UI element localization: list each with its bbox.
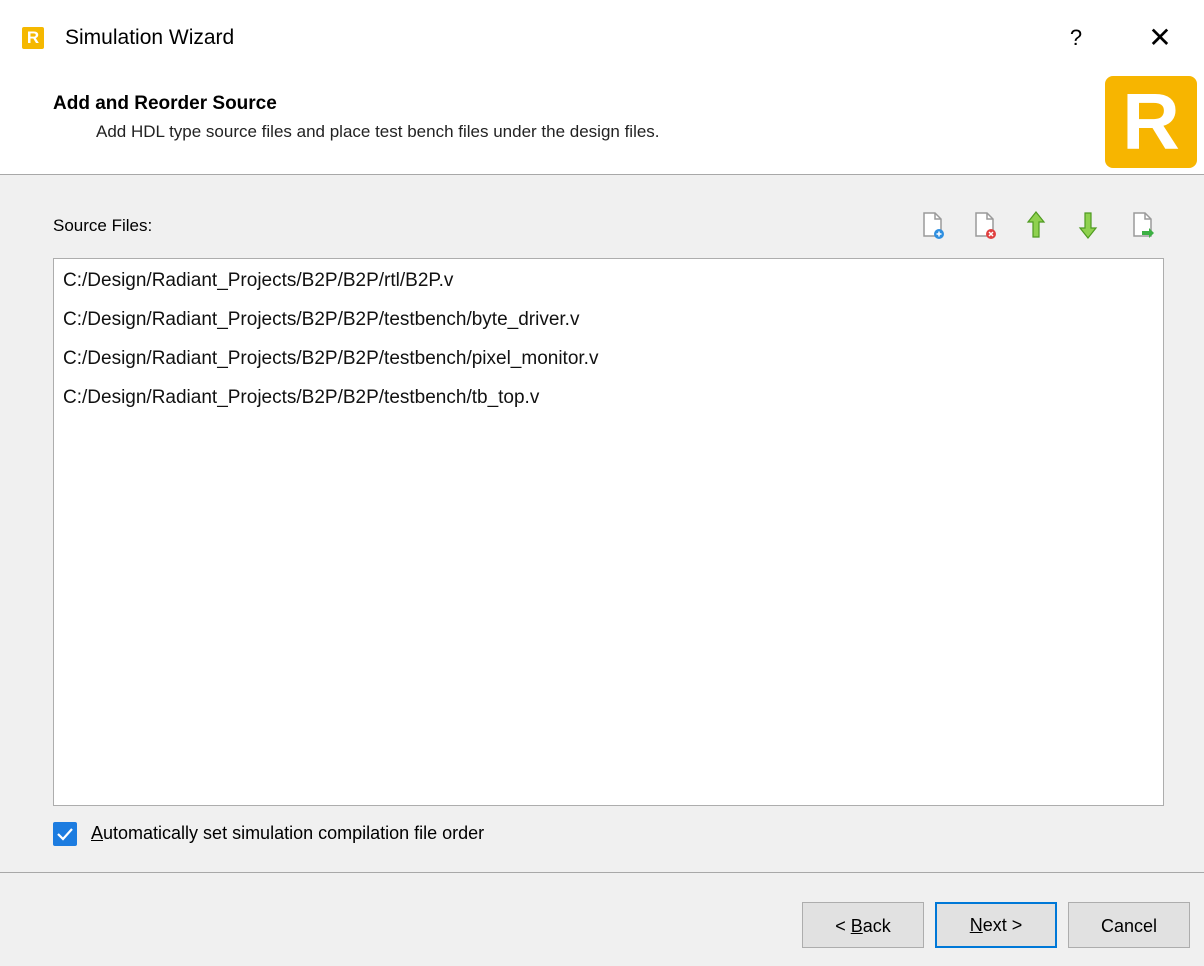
remove-file-icon bbox=[975, 212, 996, 239]
move-up-button[interactable] bbox=[1016, 205, 1056, 245]
help-button[interactable]: ? bbox=[1058, 20, 1094, 56]
auto-order-checkbox[interactable] bbox=[53, 822, 77, 846]
add-file-icon bbox=[923, 212, 944, 239]
list-item[interactable]: C:/Design/Radiant_Projects/B2P/B2P/testb… bbox=[54, 378, 1163, 417]
simulation-wizard-dialog: R Simulation Wizard ? ✕ Add and Reorder … bbox=[0, 0, 1204, 966]
import-file-button[interactable] bbox=[1122, 205, 1162, 245]
move-down-icon bbox=[1078, 212, 1098, 239]
page-subtitle: Add HDL type source files and place test… bbox=[96, 122, 660, 141]
remove-file-button[interactable] bbox=[964, 205, 1004, 245]
cancel-button[interactable]: Cancel bbox=[1068, 902, 1190, 948]
page-title: Add and Reorder Source bbox=[53, 93, 277, 114]
add-file-button[interactable] bbox=[912, 205, 952, 245]
back-button[interactable]: < Back bbox=[802, 902, 924, 948]
radiant-logo-icon: R bbox=[1105, 76, 1197, 168]
move-down-button[interactable] bbox=[1068, 205, 1108, 245]
auto-order-label[interactable]: Automatically set simulation compilation… bbox=[91, 823, 484, 844]
next-button[interactable]: Next > bbox=[935, 902, 1057, 948]
source-files-label: Source Files: bbox=[53, 216, 153, 235]
checkmark-icon bbox=[57, 828, 73, 841]
wizard-header: Add and Reorder Source Add HDL type sour… bbox=[0, 68, 1204, 175]
source-file-list[interactable]: C:/Design/Radiant_Projects/B2P/B2P/rtl/B… bbox=[53, 258, 1164, 806]
title-bar: R Simulation Wizard ? ✕ bbox=[0, 0, 1204, 68]
footer-divider bbox=[0, 872, 1204, 873]
app-icon: R bbox=[22, 27, 44, 49]
move-up-icon bbox=[1026, 211, 1046, 238]
close-button[interactable]: ✕ bbox=[1140, 18, 1180, 58]
list-item[interactable]: C:/Design/Radiant_Projects/B2P/B2P/testb… bbox=[54, 300, 1163, 339]
list-item[interactable]: C:/Design/Radiant_Projects/B2P/B2P/rtl/B… bbox=[54, 261, 1163, 300]
import-file-icon bbox=[1133, 212, 1154, 238]
source-files-toolbar bbox=[912, 205, 1172, 245]
window-title: Simulation Wizard bbox=[65, 26, 235, 49]
list-item[interactable]: C:/Design/Radiant_Projects/B2P/B2P/testb… bbox=[54, 339, 1163, 378]
